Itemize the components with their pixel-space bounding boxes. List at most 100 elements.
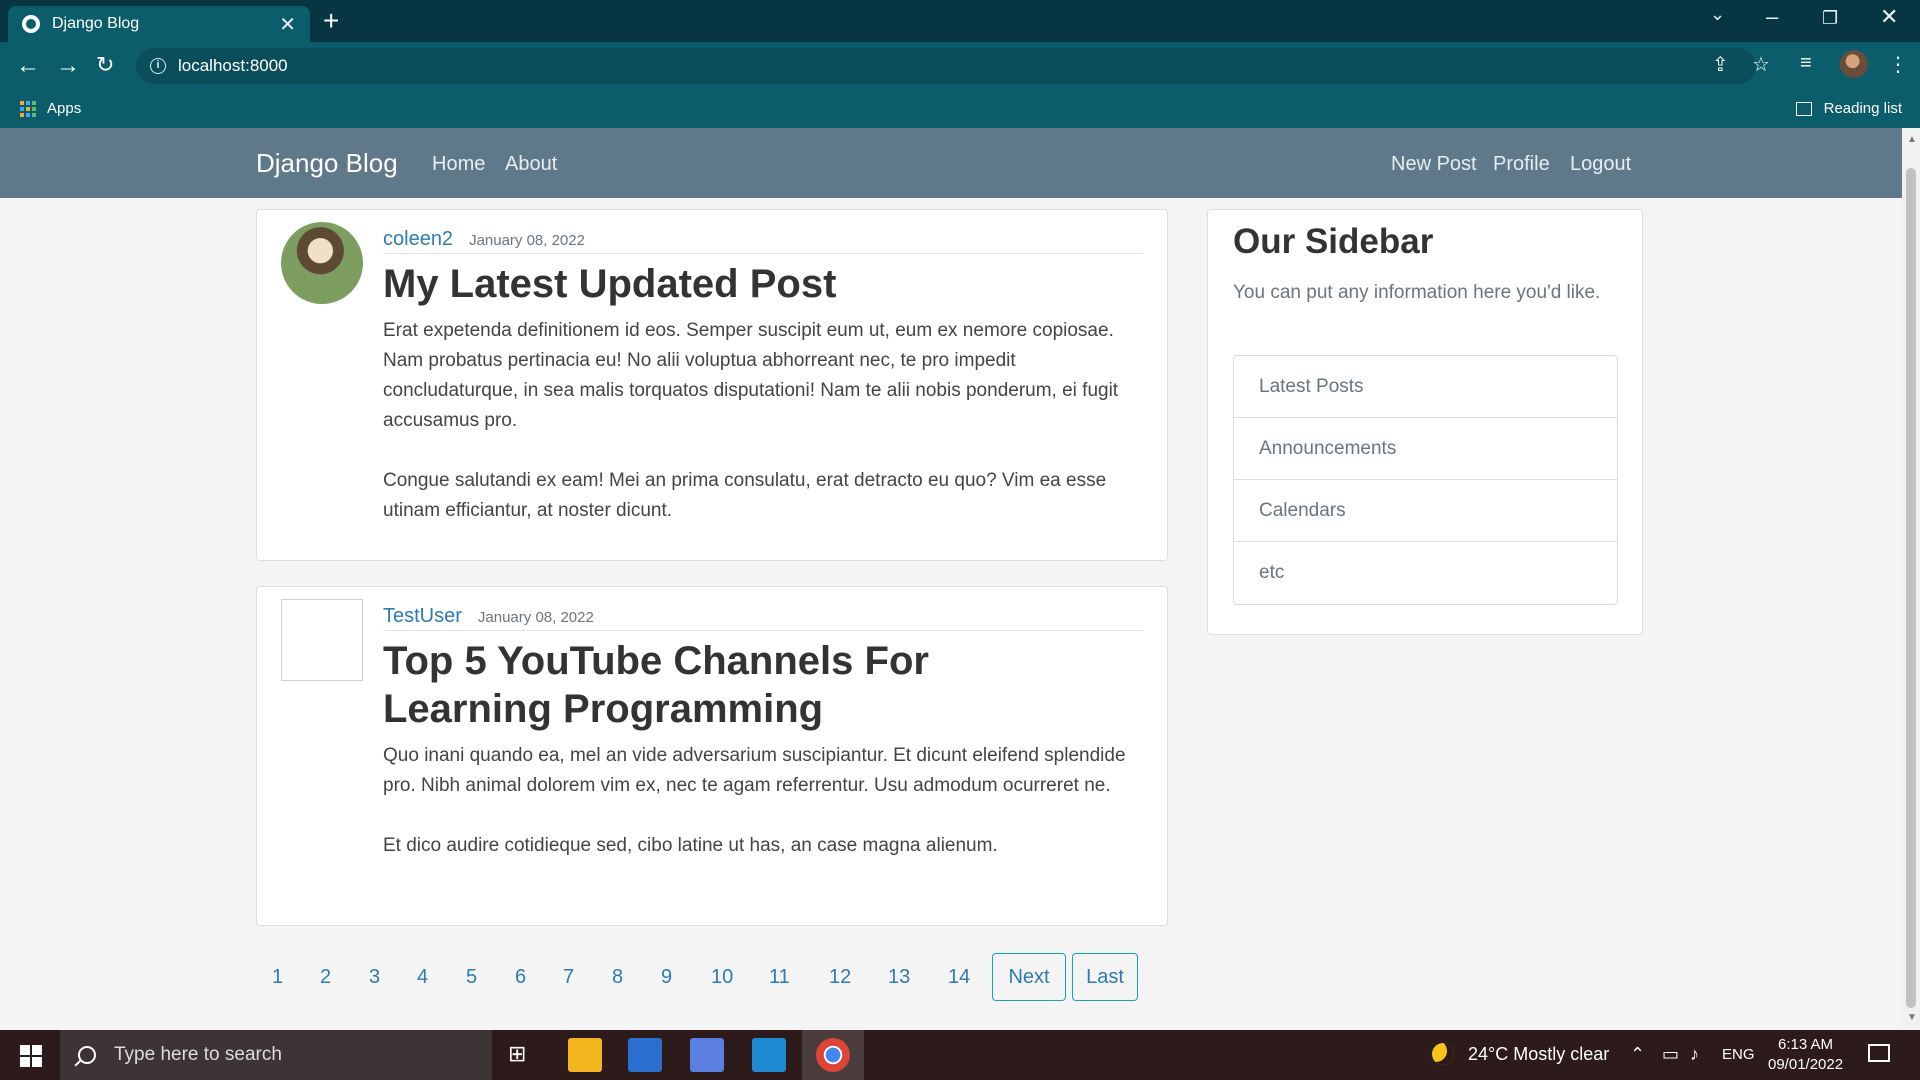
profile-avatar[interactable]	[1840, 50, 1868, 78]
sidebar-item-latest-posts[interactable]: Latest Posts	[1234, 356, 1617, 418]
post-content: Quo inani quando ea, mel an vide adversa…	[383, 741, 1143, 891]
scroll-up-icon[interactable]: ▲	[1907, 134, 1917, 145]
sidebar-item-announcements[interactable]: Announcements	[1234, 418, 1617, 480]
taskbar-search[interactable]: Type here to search	[60, 1030, 492, 1080]
last-page-button[interactable]: Last	[1072, 953, 1138, 1001]
nav-home[interactable]: Home	[432, 153, 485, 176]
media-icon[interactable]: ≡	[1800, 52, 1812, 75]
post-date: January 08, 2022	[477, 609, 594, 626]
post-title[interactable]: Top 5 YouTube Channels For Learning Prog…	[383, 637, 1103, 733]
page-link-10[interactable]: 10	[711, 953, 733, 1001]
reading-list-icon	[1795, 101, 1812, 116]
meet-now-icon[interactable]: ▭	[1662, 1044, 1679, 1065]
page-link-6[interactable]: 6	[515, 953, 526, 1001]
nav-logout[interactable]: Logout	[1570, 153, 1631, 176]
url-text[interactable]: localhost:8000	[178, 56, 288, 76]
sidebar-item-etc[interactable]: etc	[1234, 542, 1617, 604]
weather-moon-icon	[1432, 1043, 1454, 1065]
brand-link[interactable]: Django Blog	[256, 148, 398, 179]
bookmarks-bar: Apps Reading list	[0, 90, 1920, 128]
page-link-3[interactable]: 3	[369, 953, 380, 1001]
apps-grid-icon[interactable]	[20, 101, 36, 117]
post-card: coleen2 January 08, 2022 My Latest Updat…	[256, 209, 1168, 561]
nav-new-post[interactable]: New Post	[1391, 153, 1477, 176]
reading-list-button[interactable]: Reading list	[1795, 100, 1902, 117]
apps-bookmark[interactable]: Apps	[47, 100, 81, 117]
scroll-thumb[interactable]	[1906, 168, 1916, 1008]
volume-icon[interactable]: ♪	[1690, 1044, 1699, 1065]
reload-icon[interactable]: ↻	[96, 52, 114, 78]
reading-list-label: Reading list	[1823, 100, 1902, 117]
site-info-icon[interactable]: i	[150, 58, 166, 74]
page-scrollbar[interactable]: ▲ ▼	[1902, 128, 1920, 1030]
post-paragraph: Quo inani quando ea, mel an vide adversa…	[383, 745, 1126, 796]
post-title[interactable]: My Latest Updated Post	[383, 260, 1143, 308]
sidebar-list: Latest Posts Announcements Calendars etc	[1233, 355, 1618, 605]
post-date: January 08, 2022	[469, 232, 585, 249]
weather-text[interactable]: 24°C Mostly clear	[1468, 1044, 1609, 1065]
page-link-4[interactable]: 4	[417, 953, 428, 1001]
share-icon[interactable]: ⇪	[1712, 52, 1729, 77]
chrome-icon[interactable]	[816, 1038, 850, 1072]
post-paragraph: Et dico audire cotidieque sed, cibo lati…	[383, 835, 998, 856]
next-page-button[interactable]: Next	[992, 953, 1066, 1001]
post-content: Erat expetenda definitionem id eos. Semp…	[383, 316, 1143, 556]
page-link-5[interactable]: 5	[466, 953, 477, 1001]
sidebar-item-calendars[interactable]: Calendars	[1234, 480, 1617, 542]
post-paragraph: Congue salutandi ex eam! Mei an prima co…	[383, 470, 1107, 521]
site-navbar: Django Blog Home About New Post Profile …	[0, 128, 1902, 198]
close-tab-icon[interactable]: ✕	[279, 12, 296, 37]
vim-app-icon[interactable]	[628, 1038, 662, 1072]
windows-taskbar: Type here to search ⊞ 24°C Mostly clear …	[0, 1030, 1920, 1080]
file-explorer-icon[interactable]	[568, 1038, 602, 1072]
nav-profile[interactable]: Profile	[1493, 153, 1550, 176]
language-indicator[interactable]: ENG	[1722, 1046, 1755, 1063]
back-icon[interactable]: ←	[16, 52, 40, 80]
page-link-2[interactable]: 2	[320, 953, 331, 1001]
clock-time: 6:13 AM	[1778, 1036, 1834, 1053]
web-page: Django Blog Home About New Post Profile …	[0, 128, 1902, 1030]
page-link-14[interactable]: 14	[948, 953, 970, 1001]
menu-icon[interactable]: ⋮	[1888, 52, 1908, 77]
nav-about[interactable]: About	[505, 153, 557, 176]
downloader-app-icon[interactable]	[690, 1038, 724, 1072]
author-link[interactable]: coleen2	[383, 228, 453, 251]
page-link-12[interactable]: 12	[829, 953, 851, 1001]
globe-icon	[22, 15, 40, 33]
post-meta: coleen2 January 08, 2022	[383, 228, 1143, 254]
browser-tab-strip: Django Blog ✕ + ⌄ – ❐ ✕	[0, 0, 1920, 42]
page-link-13[interactable]: 13	[888, 953, 910, 1001]
clock-date: 09/01/2022	[1768, 1056, 1844, 1073]
address-toolbar: ← → ↻ i localhost:8000	[0, 42, 1920, 90]
author-avatar	[281, 222, 363, 304]
browser-tab[interactable]: Django Blog ✕	[8, 6, 310, 42]
omnibox[interactable]: i localhost:8000	[136, 48, 1756, 84]
task-view-icon[interactable]: ⊞	[508, 1041, 526, 1067]
page-link-8[interactable]: 8	[612, 953, 623, 1001]
restore-icon[interactable]: ❐	[1822, 8, 1838, 29]
post-paragraph: Erat expetenda definitionem id eos. Semp…	[383, 320, 1119, 431]
taskbar-clock[interactable]: 6:13 AM 09/01/2022	[1768, 1035, 1843, 1075]
page-link-7[interactable]: 7	[563, 953, 574, 1001]
forward-icon[interactable]: →	[56, 52, 80, 80]
show-hidden-icons-icon[interactable]: ⌃	[1630, 1044, 1645, 1065]
start-button-icon[interactable]	[20, 1045, 42, 1067]
taskbar-search-placeholder: Type here to search	[114, 1044, 282, 1065]
bookmark-star-icon[interactable]: ☆	[1752, 52, 1770, 77]
author-link[interactable]: TestUser	[383, 605, 462, 628]
page-link-9[interactable]: 9	[661, 953, 672, 1001]
sidebar-title: Our Sidebar	[1233, 222, 1434, 261]
page-link-1[interactable]: 1	[272, 953, 283, 1001]
new-tab-button[interactable]: +	[323, 6, 339, 36]
search-icon	[78, 1046, 96, 1064]
scroll-down-icon[interactable]: ▼	[1907, 1012, 1917, 1023]
broken-image-avatar	[281, 599, 363, 681]
vscode-icon[interactable]	[752, 1038, 786, 1072]
post-card: TestUser January 08, 2022 Top 5 YouTube …	[256, 586, 1168, 926]
window-close-icon[interactable]: ✕	[1880, 4, 1898, 30]
notification-center-icon[interactable]	[1868, 1044, 1890, 1062]
page-link-11[interactable]: 11	[769, 953, 790, 1001]
sidebar-card: Our Sidebar You can put any information …	[1207, 209, 1643, 635]
tab-search-icon[interactable]: ⌄	[1710, 4, 1725, 25]
minimize-icon[interactable]: –	[1766, 4, 1778, 30]
